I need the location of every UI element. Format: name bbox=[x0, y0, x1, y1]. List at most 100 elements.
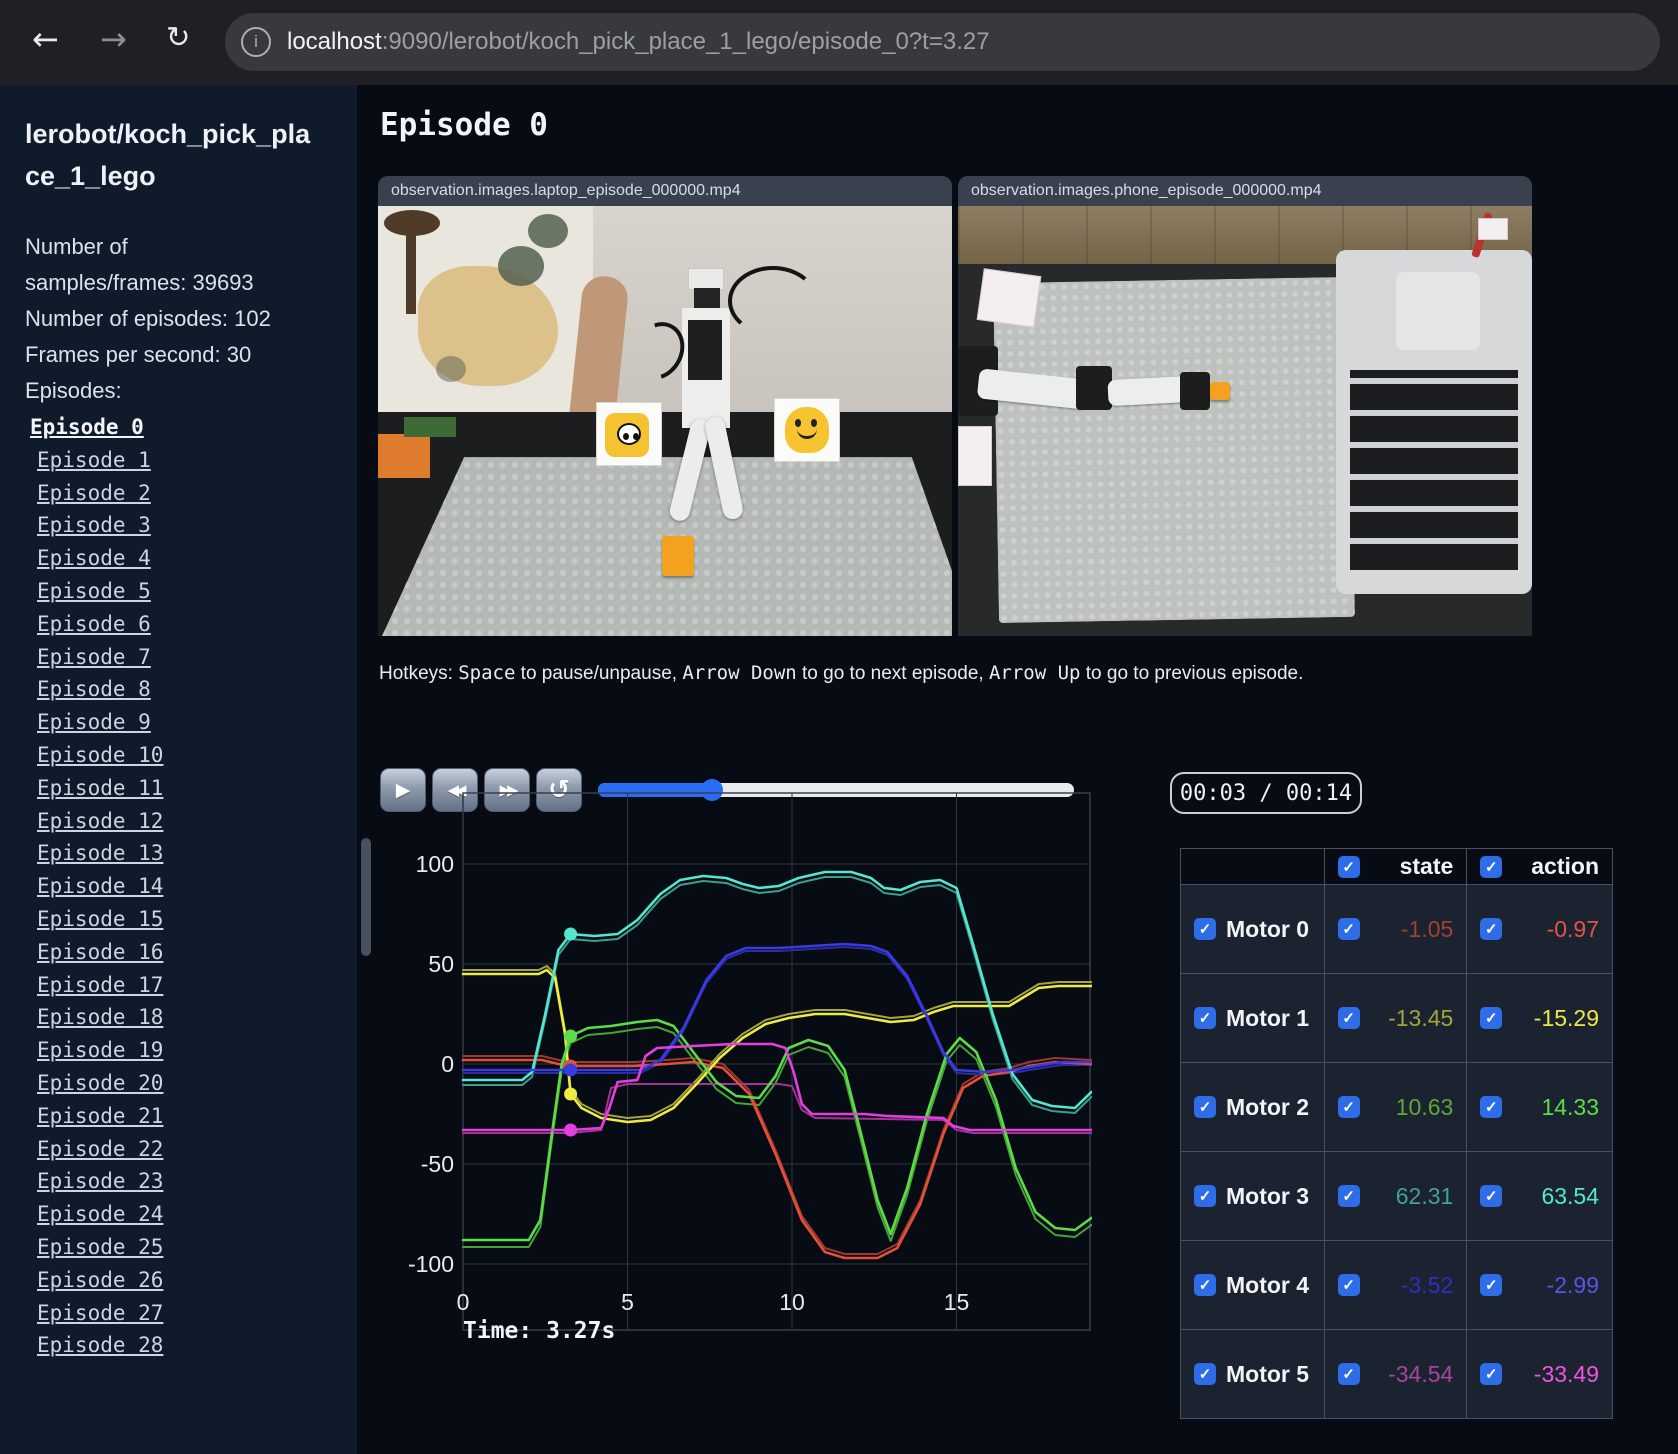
episode-link[interactable]: Episode 7 bbox=[37, 641, 357, 674]
episode-link[interactable]: Episode 26 bbox=[37, 1264, 357, 1297]
url-path: :9090/lerobot/koch_pick_place_1_lego/epi… bbox=[381, 28, 990, 55]
motor-row: ✓ Motor 4 ✓ -3.52 ✓ -2.99 bbox=[1180, 1240, 1613, 1330]
episode-link[interactable]: Episode 28 bbox=[37, 1329, 357, 1362]
panda-card bbox=[596, 402, 662, 466]
header-action-cell: ✓ action bbox=[1466, 848, 1613, 885]
episode-link[interactable]: Episode 25 bbox=[37, 1231, 357, 1264]
episode-link[interactable]: Episode 24 bbox=[37, 1198, 357, 1231]
episode-link[interactable]: Episode 15 bbox=[37, 903, 357, 936]
header-empty-cell bbox=[1180, 848, 1325, 885]
page-title: Episode 0 bbox=[380, 107, 548, 143]
page-info-icon[interactable]: i bbox=[241, 27, 271, 57]
motor-action-checkbox[interactable]: ✓ bbox=[1480, 1007, 1503, 1029]
episode-link[interactable]: Episode 10 bbox=[37, 739, 357, 772]
address-bar[interactable]: i localhost:9090/lerobot/koch_pick_place… bbox=[225, 13, 1660, 71]
episode-link[interactable]: Episode 17 bbox=[37, 969, 357, 1002]
episode-link[interactable]: Episode 13 bbox=[37, 837, 357, 870]
episode-link[interactable]: Episode 4 bbox=[37, 542, 357, 575]
episode-link[interactable]: Episode 11 bbox=[37, 772, 357, 805]
motor-row: ✓ Motor 5 ✓ -34.54 ✓ -33.49 bbox=[1180, 1329, 1613, 1419]
episode-link[interactable]: Episode 19 bbox=[37, 1034, 357, 1067]
scrollbar-thumb[interactable] bbox=[361, 838, 371, 956]
svg-text:50: 50 bbox=[428, 951, 454, 977]
stat-line: samples/frames: 39693 bbox=[25, 270, 254, 295]
lego-brick bbox=[662, 536, 694, 576]
motor-action-checkbox[interactable]: ✓ bbox=[1480, 1096, 1503, 1118]
back-icon[interactable]: ← bbox=[32, 20, 59, 58]
episode-link[interactable]: Episode 9 bbox=[37, 706, 357, 739]
motor-checkbox[interactable]: ✓ bbox=[1194, 1363, 1216, 1385]
motor-checkbox[interactable]: ✓ bbox=[1194, 1274, 1216, 1296]
motor-state-checkbox[interactable]: ✓ bbox=[1337, 1363, 1360, 1385]
motor-chart[interactable]: 100500-50-1000 5 10 15Time: 3.27s bbox=[378, 790, 1092, 1350]
motor-checkbox[interactable]: ✓ bbox=[1194, 918, 1216, 940]
motor-label: Motor 2 bbox=[1226, 1093, 1310, 1120]
episode-link[interactable]: Episode 16 bbox=[37, 936, 357, 969]
state-column-checkbox[interactable]: ✓ bbox=[1337, 855, 1360, 878]
episode-link[interactable]: Episode 0 bbox=[30, 411, 357, 444]
episode-link[interactable]: Episode 20 bbox=[37, 1067, 357, 1100]
episode-link[interactable]: Episode 23 bbox=[37, 1165, 357, 1198]
hotkeys-prefix: Hotkeys: bbox=[379, 663, 459, 684]
episode-list: Episode 0 Episode 1 Episode 2 Episode 3 Epis… bbox=[25, 411, 357, 1362]
video-laptop-frame[interactable] bbox=[378, 206, 952, 636]
motor-action-checkbox[interactable]: ✓ bbox=[1480, 1274, 1503, 1296]
svg-text:-100: -100 bbox=[408, 1251, 454, 1277]
motor-state-checkbox[interactable]: ✓ bbox=[1337, 1274, 1360, 1296]
motor-label: Motor 4 bbox=[1226, 1271, 1310, 1298]
url-text[interactable]: localhost:9090/lerobot/koch_pick_place_1… bbox=[287, 28, 990, 56]
motor-action-checkbox[interactable]: ✓ bbox=[1480, 918, 1503, 940]
motor-action-checkbox[interactable]: ✓ bbox=[1480, 1185, 1503, 1207]
episode-link[interactable]: Episode 1 bbox=[37, 444, 357, 477]
motor-checkbox[interactable]: ✓ bbox=[1194, 1096, 1216, 1118]
episode-link[interactable]: Episode 6 bbox=[37, 608, 357, 641]
hotkey-space: Space bbox=[458, 662, 516, 684]
motor-state-checkbox[interactable]: ✓ bbox=[1337, 1096, 1360, 1118]
motor-state-checkbox[interactable]: ✓ bbox=[1337, 918, 1360, 940]
video-laptop[interactable]: observation.images.laptop_episode_000000… bbox=[378, 176, 952, 636]
motor-table-header: ✓ state ✓ action bbox=[1180, 848, 1613, 885]
video-phone[interactable]: observation.images.phone_episode_000000.… bbox=[958, 176, 1532, 636]
motor-state-checkbox[interactable]: ✓ bbox=[1337, 1007, 1360, 1029]
motor-state-value: -34.54 bbox=[1388, 1360, 1454, 1387]
forward-icon[interactable]: → bbox=[100, 20, 127, 58]
video-phone-frame[interactable] bbox=[958, 206, 1532, 636]
chart-marker bbox=[564, 1087, 578, 1101]
header-state-cell: ✓ state bbox=[1323, 848, 1468, 885]
motor-state-checkbox[interactable]: ✓ bbox=[1337, 1185, 1360, 1207]
motor-label: Motor 3 bbox=[1226, 1182, 1310, 1209]
episode-link[interactable]: Episode 21 bbox=[37, 1100, 357, 1133]
episode-link[interactable]: Episode 18 bbox=[37, 1001, 357, 1034]
motor-state-value: -13.45 bbox=[1388, 1004, 1454, 1031]
stat-line: Number of episodes: 102 bbox=[25, 306, 271, 331]
chart-time-label: Time: 3.27s bbox=[463, 1318, 615, 1344]
episode-link[interactable]: Episode 14 bbox=[37, 870, 357, 903]
chart-marker bbox=[564, 927, 578, 941]
episode-link[interactable]: Episode 8 bbox=[37, 673, 357, 706]
smiley-eye bbox=[795, 419, 801, 427]
episode-link[interactable]: Episode 27 bbox=[37, 1297, 357, 1330]
reload-icon[interactable]: ↻ bbox=[166, 20, 190, 54]
episode-link[interactable]: Episode 2 bbox=[37, 477, 357, 510]
smiley-card bbox=[774, 398, 840, 462]
motor-checkbox[interactable]: ✓ bbox=[1194, 1185, 1216, 1207]
smiley-mouth bbox=[797, 429, 817, 439]
browser-chrome: ← → ↻ i localhost:9090/lerobot/koch_pick… bbox=[0, 0, 1678, 85]
motor-state-value: 10.63 bbox=[1395, 1093, 1454, 1120]
sidebar: lerobot/koch_pick_place_1_lego Number of… bbox=[0, 85, 357, 1454]
episode-link[interactable]: Episode 12 bbox=[37, 805, 357, 838]
panda-eye bbox=[623, 433, 629, 440]
motor-action-checkbox[interactable]: ✓ bbox=[1480, 1363, 1503, 1385]
motor-checkbox[interactable]: ✓ bbox=[1194, 1007, 1216, 1029]
chart-line-motor4_state bbox=[462, 946, 1092, 1076]
cable bbox=[728, 266, 818, 336]
robot-camera-mount bbox=[688, 268, 724, 290]
lego-baseplate bbox=[993, 276, 1355, 624]
svg-text:10: 10 bbox=[779, 1289, 805, 1315]
action-column-checkbox[interactable]: ✓ bbox=[1480, 855, 1503, 878]
episode-link[interactable]: Episode 5 bbox=[37, 575, 357, 608]
hotkeys-text: to go to next episode, bbox=[796, 663, 989, 684]
hotkeys-text: to pause/unpause, bbox=[515, 663, 683, 684]
episode-link[interactable]: Episode 3 bbox=[37, 509, 357, 542]
episode-link[interactable]: Episode 22 bbox=[37, 1133, 357, 1166]
